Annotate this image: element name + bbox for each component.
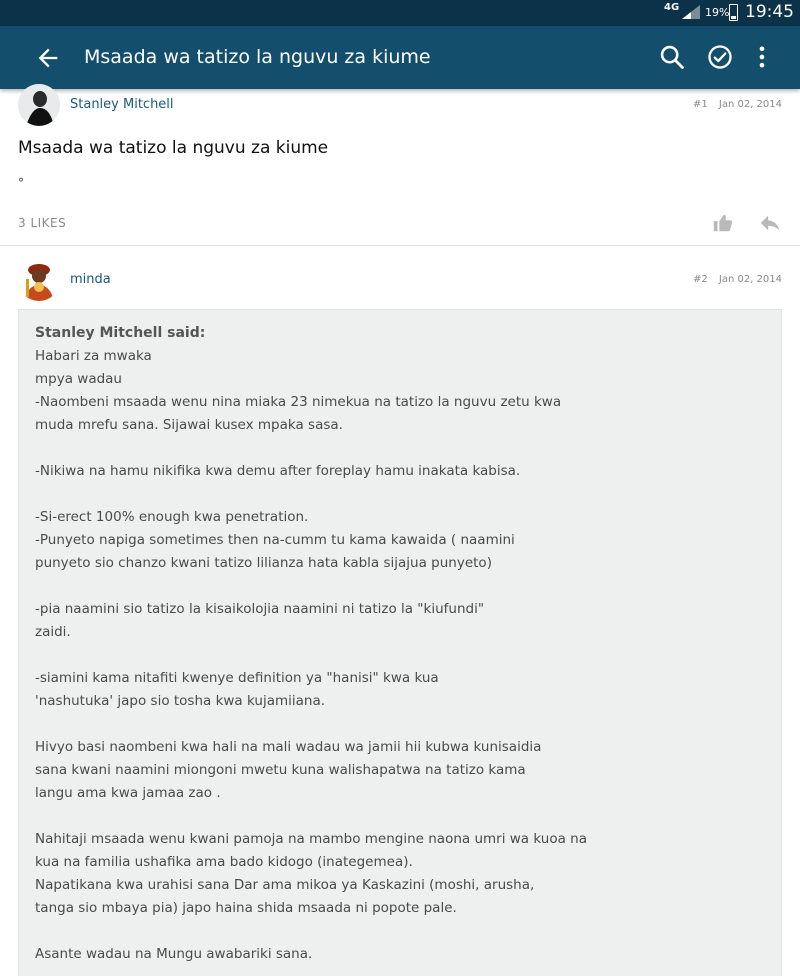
avatar[interactable] (18, 84, 60, 126)
signal-icon (682, 5, 700, 19)
network-indicator: 4G (664, 2, 680, 13)
user-avatar-image (18, 84, 60, 126)
quote-line: -Nikiwa na hamu nikifika kwa demu after … (35, 463, 521, 479)
quote-line: Habari za mwaka (35, 348, 152, 364)
more-vertical-icon[interactable] (748, 43, 776, 71)
app-bar: Msaada wa tatizo la nguvu za kiume (0, 26, 800, 89)
quote-line: -siamini kama nitafiti kwenye definition… (35, 670, 439, 686)
post-body: ° (18, 176, 24, 190)
post-date: Jan 02, 2014 (718, 99, 782, 110)
quote-block: Stanley Mitchell said: Habari za mwaka mp… (18, 309, 782, 976)
battery-percentage: 19% (705, 6, 730, 19)
quote-line: Asante wadau na Mungu awabariki sana. (35, 946, 313, 962)
quote-line: tanga sio mbaya pia) japo haina shida ms… (35, 900, 457, 916)
quote-line (35, 644, 765, 667)
quote-line (35, 713, 765, 736)
quote-line: -Naombeni msaada wenu nina miaka 23 nime… (35, 394, 562, 410)
quote-line: -pia naamini sio tatizo la kisaikolojia … (35, 601, 485, 617)
quote-line: punyeto sio chanzo kwani tatizo lilianza… (35, 555, 492, 571)
quote-line: zaidi. (35, 624, 71, 640)
quote-line: muda mrefu sana. Sijawai kusex mpaka sas… (35, 417, 343, 433)
quote-line: 'nashutuka' japo sio tosha kwa kujamiian… (35, 693, 326, 709)
avatar[interactable] (18, 259, 60, 301)
quote-line: -Punyeto napiga sometimes then na-cumm t… (35, 532, 515, 548)
quote-line (35, 483, 765, 506)
post-date: Jan 02, 2014 (718, 274, 782, 285)
reply-icon[interactable] (758, 212, 782, 234)
status-bar: 4G 19% 19:45 (0, 0, 800, 26)
quote-line: langu ama kwa jamaa zao . (35, 785, 221, 801)
quote-line: kua na familia ushafika ama bado kidogo … (35, 854, 413, 870)
clock: 19:45 (745, 2, 794, 22)
quote-body: Habari za mwaka mpya wadau -Naombeni msaad… (35, 345, 765, 966)
quote-line: Hivyo basi naombeni kwa hali na mali wad… (35, 739, 542, 755)
quote-line: mpya wadau (35, 371, 122, 387)
page-title: Msaada wa tatizo la nguvu za kiume (84, 46, 431, 68)
quote-line: sana kwani naamini miongoni mwetu kuna w… (35, 762, 526, 778)
quote-line (35, 805, 765, 828)
quote-line: Nahitaji msaada wenu kwani pamoja na mam… (35, 831, 587, 847)
post-number[interactable]: #2 (693, 274, 708, 285)
quote-attribution[interactable]: Stanley Mitchell said: (35, 322, 765, 345)
likes-count[interactable]: 3 LIKES (18, 216, 66, 230)
post-meta: #2 Jan 02, 2014 (693, 274, 782, 285)
post-divider (0, 245, 800, 246)
post-author[interactable]: Stanley Mitchell (70, 97, 174, 112)
quote-line (35, 920, 765, 943)
quote-line (35, 575, 765, 598)
check-circle-icon[interactable] (706, 43, 734, 71)
quote-line: -Si-erect 100% enough kwa penetration. (35, 509, 309, 525)
arrow-left-icon[interactable] (34, 44, 62, 72)
quote-line (35, 437, 765, 460)
quote-line: Napatikana kwa urahisi sana Dar ama miko… (35, 877, 535, 893)
post-author[interactable]: minda (70, 272, 111, 287)
post-meta: #1 Jan 02, 2014 (693, 99, 782, 110)
user-avatar-image (18, 259, 60, 301)
search-icon[interactable] (658, 43, 686, 71)
thumbs-up-icon[interactable] (712, 212, 734, 234)
battery-icon (729, 4, 738, 21)
post-title: Msaada wa tatizo la nguvu za kiume (18, 138, 329, 158)
post-number[interactable]: #1 (693, 99, 708, 110)
